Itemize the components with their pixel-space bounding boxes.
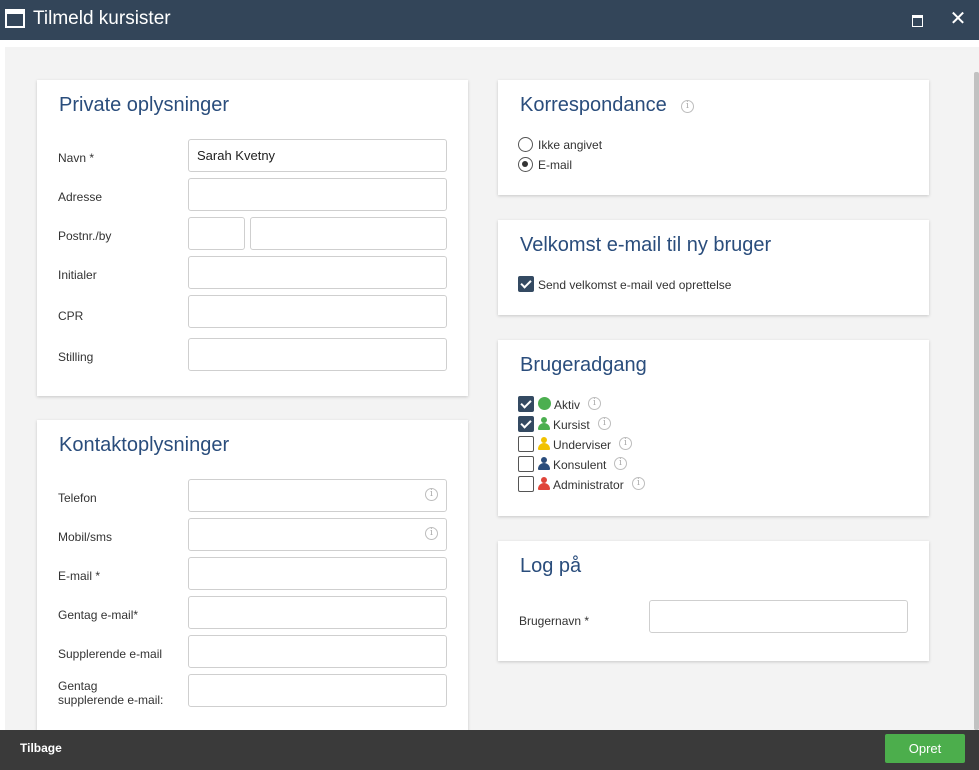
consultant-person-icon	[538, 457, 550, 470]
zip-city-label: Postnr./by	[58, 229, 112, 243]
access-consultant-info-icon[interactable]: i	[614, 457, 627, 470]
mobile-label: Mobil/sms	[58, 530, 113, 544]
footer-bar: Tilbage	[0, 730, 979, 770]
radio-email[interactable]	[518, 157, 533, 172]
access-active-label: Aktiv	[554, 398, 581, 412]
user-access-title: Brugeradgang	[520, 354, 647, 376]
extra-email-input[interactable]	[188, 635, 447, 668]
repeat-email-input[interactable]	[188, 596, 447, 629]
maximize-icon[interactable]	[909, 12, 925, 28]
welcome-email-title: Velkomst e-mail til ny bruger	[520, 234, 772, 256]
phone-info-icon[interactable]: i	[425, 488, 438, 501]
name-input[interactable]: Sarah Kvetny	[188, 139, 447, 172]
email-label: E-mail *	[58, 569, 101, 583]
user-access-card: Brugeradgang Aktiv i Kursist i Undervise…	[498, 340, 929, 516]
access-teacher-label: Underviser	[553, 438, 612, 452]
repeat-email-label: Gentag e-mail*	[58, 608, 139, 622]
dialog-content[interactable]: Private oplysninger Navn * Sarah Kvetny …	[5, 47, 979, 730]
extra-email-label: Supplerende e-mail	[58, 647, 163, 661]
zip-input[interactable]	[188, 217, 245, 250]
contact-info-card: Kontaktoplysninger Telefon i Mobil/sms i…	[37, 420, 468, 730]
username-input[interactable]	[649, 600, 908, 633]
welcome-email-checkbox[interactable]	[518, 276, 534, 292]
cpr-input[interactable]	[188, 295, 447, 328]
access-student-checkbox[interactable]	[518, 416, 534, 432]
access-active-checkbox[interactable]	[518, 396, 534, 412]
radio-not-specified-label: Ikke angivet	[538, 138, 603, 152]
contact-info-title: Kontaktoplysninger	[59, 434, 230, 456]
address-input[interactable]	[188, 178, 447, 211]
window-titlebar: Tilmeld kursister ✕	[0, 0, 979, 40]
window-icon	[5, 9, 25, 28]
student-person-icon	[538, 417, 550, 430]
access-admin-checkbox[interactable]	[518, 476, 534, 492]
position-label: Stilling	[58, 350, 94, 364]
name-label: Navn *	[58, 151, 95, 165]
phone-label: Telefon	[58, 491, 97, 505]
phone-input[interactable]	[188, 479, 447, 512]
mobile-info-icon[interactable]: i	[425, 527, 438, 540]
repeat-extra-email-label-line1: Gentag	[58, 679, 98, 693]
initials-input[interactable]	[188, 256, 447, 289]
access-active-info-icon[interactable]: i	[588, 397, 601, 410]
city-input[interactable]	[250, 217, 447, 250]
access-student-label: Kursist	[553, 418, 590, 432]
correspondence-title: Korrespondance	[520, 94, 667, 116]
window-title: Tilmeld kursister	[33, 8, 171, 29]
cpr-label: CPR	[58, 309, 84, 323]
access-admin-info-icon[interactable]: i	[632, 477, 645, 490]
address-label: Adresse	[58, 190, 103, 204]
create-button[interactable]: Opret	[885, 734, 965, 763]
radio-not-specified[interactable]	[518, 137, 533, 152]
access-consultant-checkbox[interactable]	[518, 456, 534, 472]
private-info-card: Private oplysninger Navn * Sarah Kvetny …	[37, 80, 468, 396]
username-label: Brugernavn *	[519, 614, 590, 628]
correspondence-info-icon[interactable]: i	[681, 100, 694, 113]
admin-person-icon	[538, 477, 550, 490]
close-icon[interactable]: ✕	[948, 7, 968, 31]
repeat-extra-email-label-line2: supplerende e-mail:	[58, 693, 164, 707]
access-consultant-label: Konsulent	[553, 458, 607, 472]
access-admin-label: Administrator	[553, 478, 624, 492]
login-card: Log på Brugernavn *	[498, 541, 929, 661]
access-teacher-checkbox[interactable]	[518, 436, 534, 452]
status-dot-icon	[538, 397, 551, 410]
initials-label: Initialer	[58, 268, 97, 282]
radio-email-label: E-mail	[538, 158, 573, 172]
login-title: Log på	[520, 555, 582, 577]
mobile-input[interactable]	[188, 518, 447, 551]
email-input[interactable]	[188, 557, 447, 590]
welcome-email-card: Velkomst e-mail til ny bruger Send velko…	[498, 220, 929, 315]
repeat-extra-email-input[interactable]	[188, 674, 447, 707]
access-teacher-info-icon[interactable]: i	[619, 437, 632, 450]
position-input[interactable]	[188, 338, 447, 371]
back-button[interactable]: Tilbage	[20, 741, 62, 755]
vertical-scrollbar[interactable]	[974, 72, 979, 730]
access-student-info-icon[interactable]: i	[598, 417, 611, 430]
private-info-title: Private oplysninger	[59, 94, 230, 116]
teacher-person-icon	[538, 437, 550, 450]
correspondence-card: Korrespondance i Ikke angivet E-mail	[498, 80, 929, 195]
welcome-email-checkbox-label: Send velkomst e-mail ved oprettelse	[538, 278, 732, 292]
